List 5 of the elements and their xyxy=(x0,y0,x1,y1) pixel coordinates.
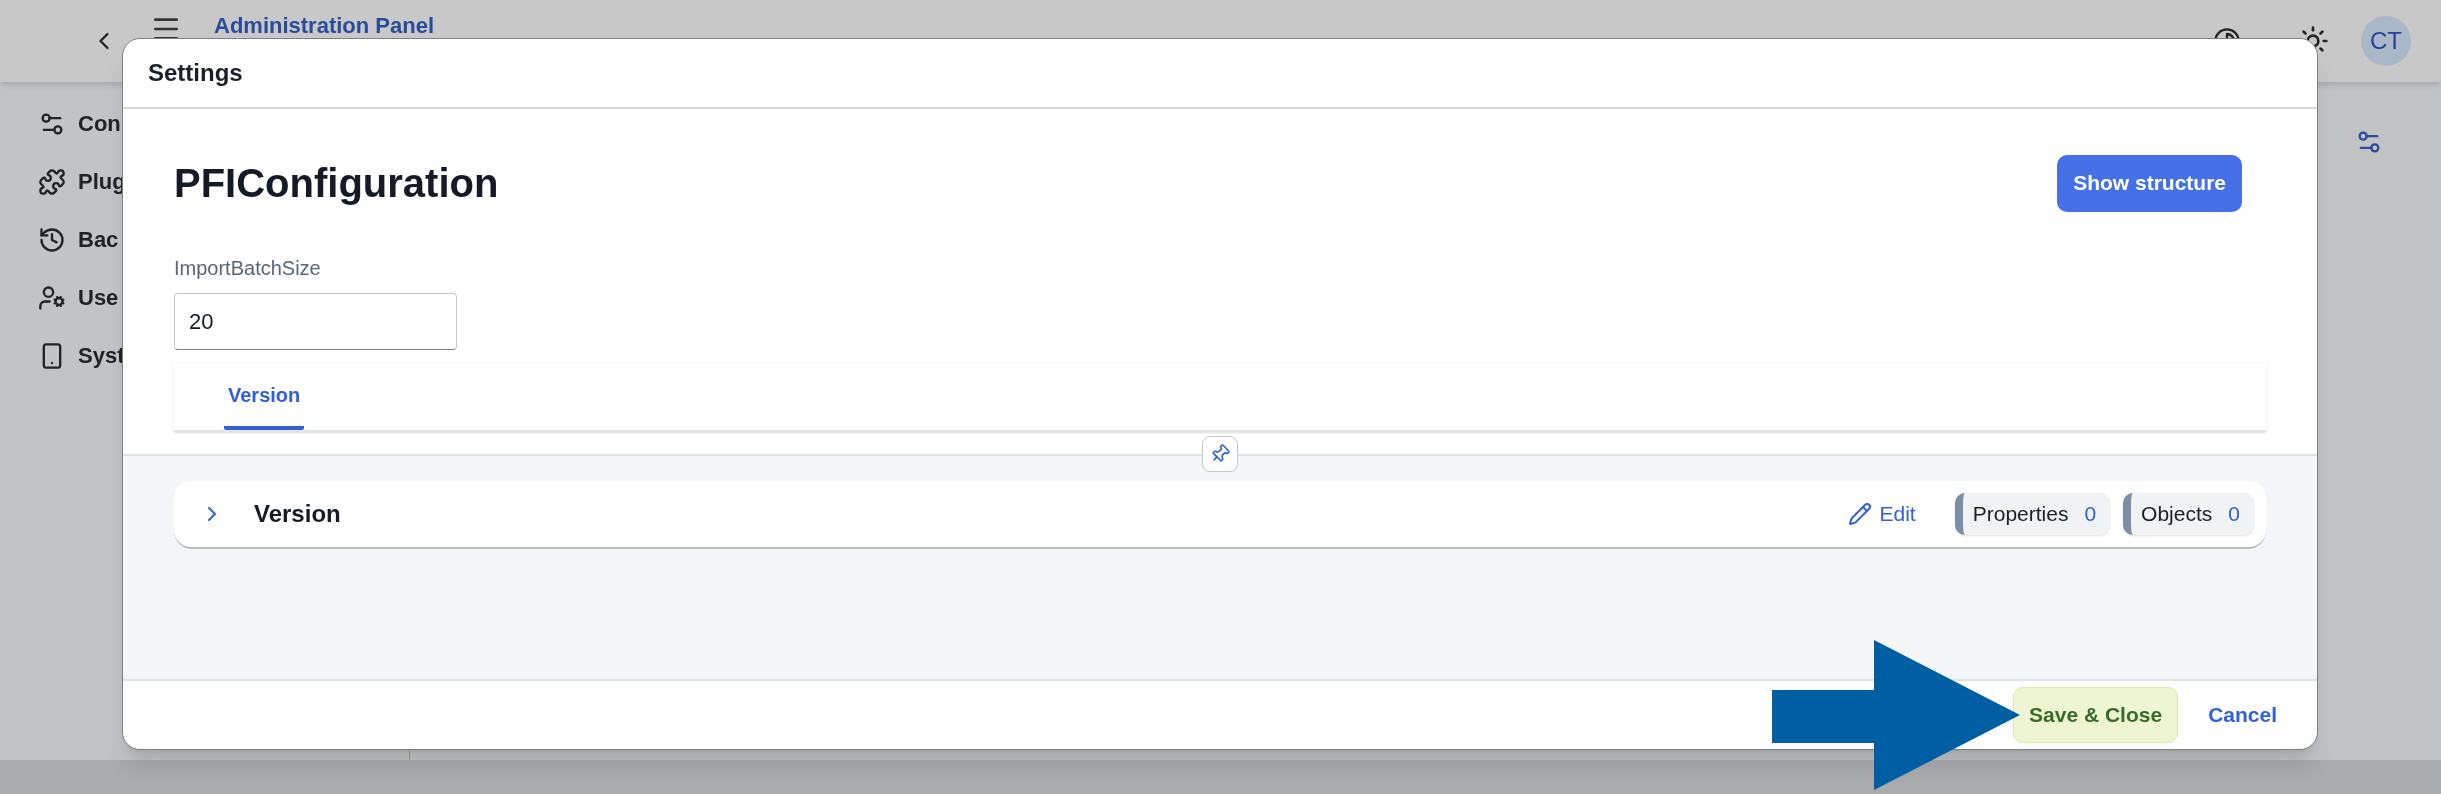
dialog-title: Settings xyxy=(148,58,243,88)
section-title: Version xyxy=(254,499,341,529)
page-heading: PFIConfiguration xyxy=(174,160,499,207)
app-title: Administration Panel xyxy=(214,11,435,40)
field-label: ImportBatchSize xyxy=(174,256,322,281)
